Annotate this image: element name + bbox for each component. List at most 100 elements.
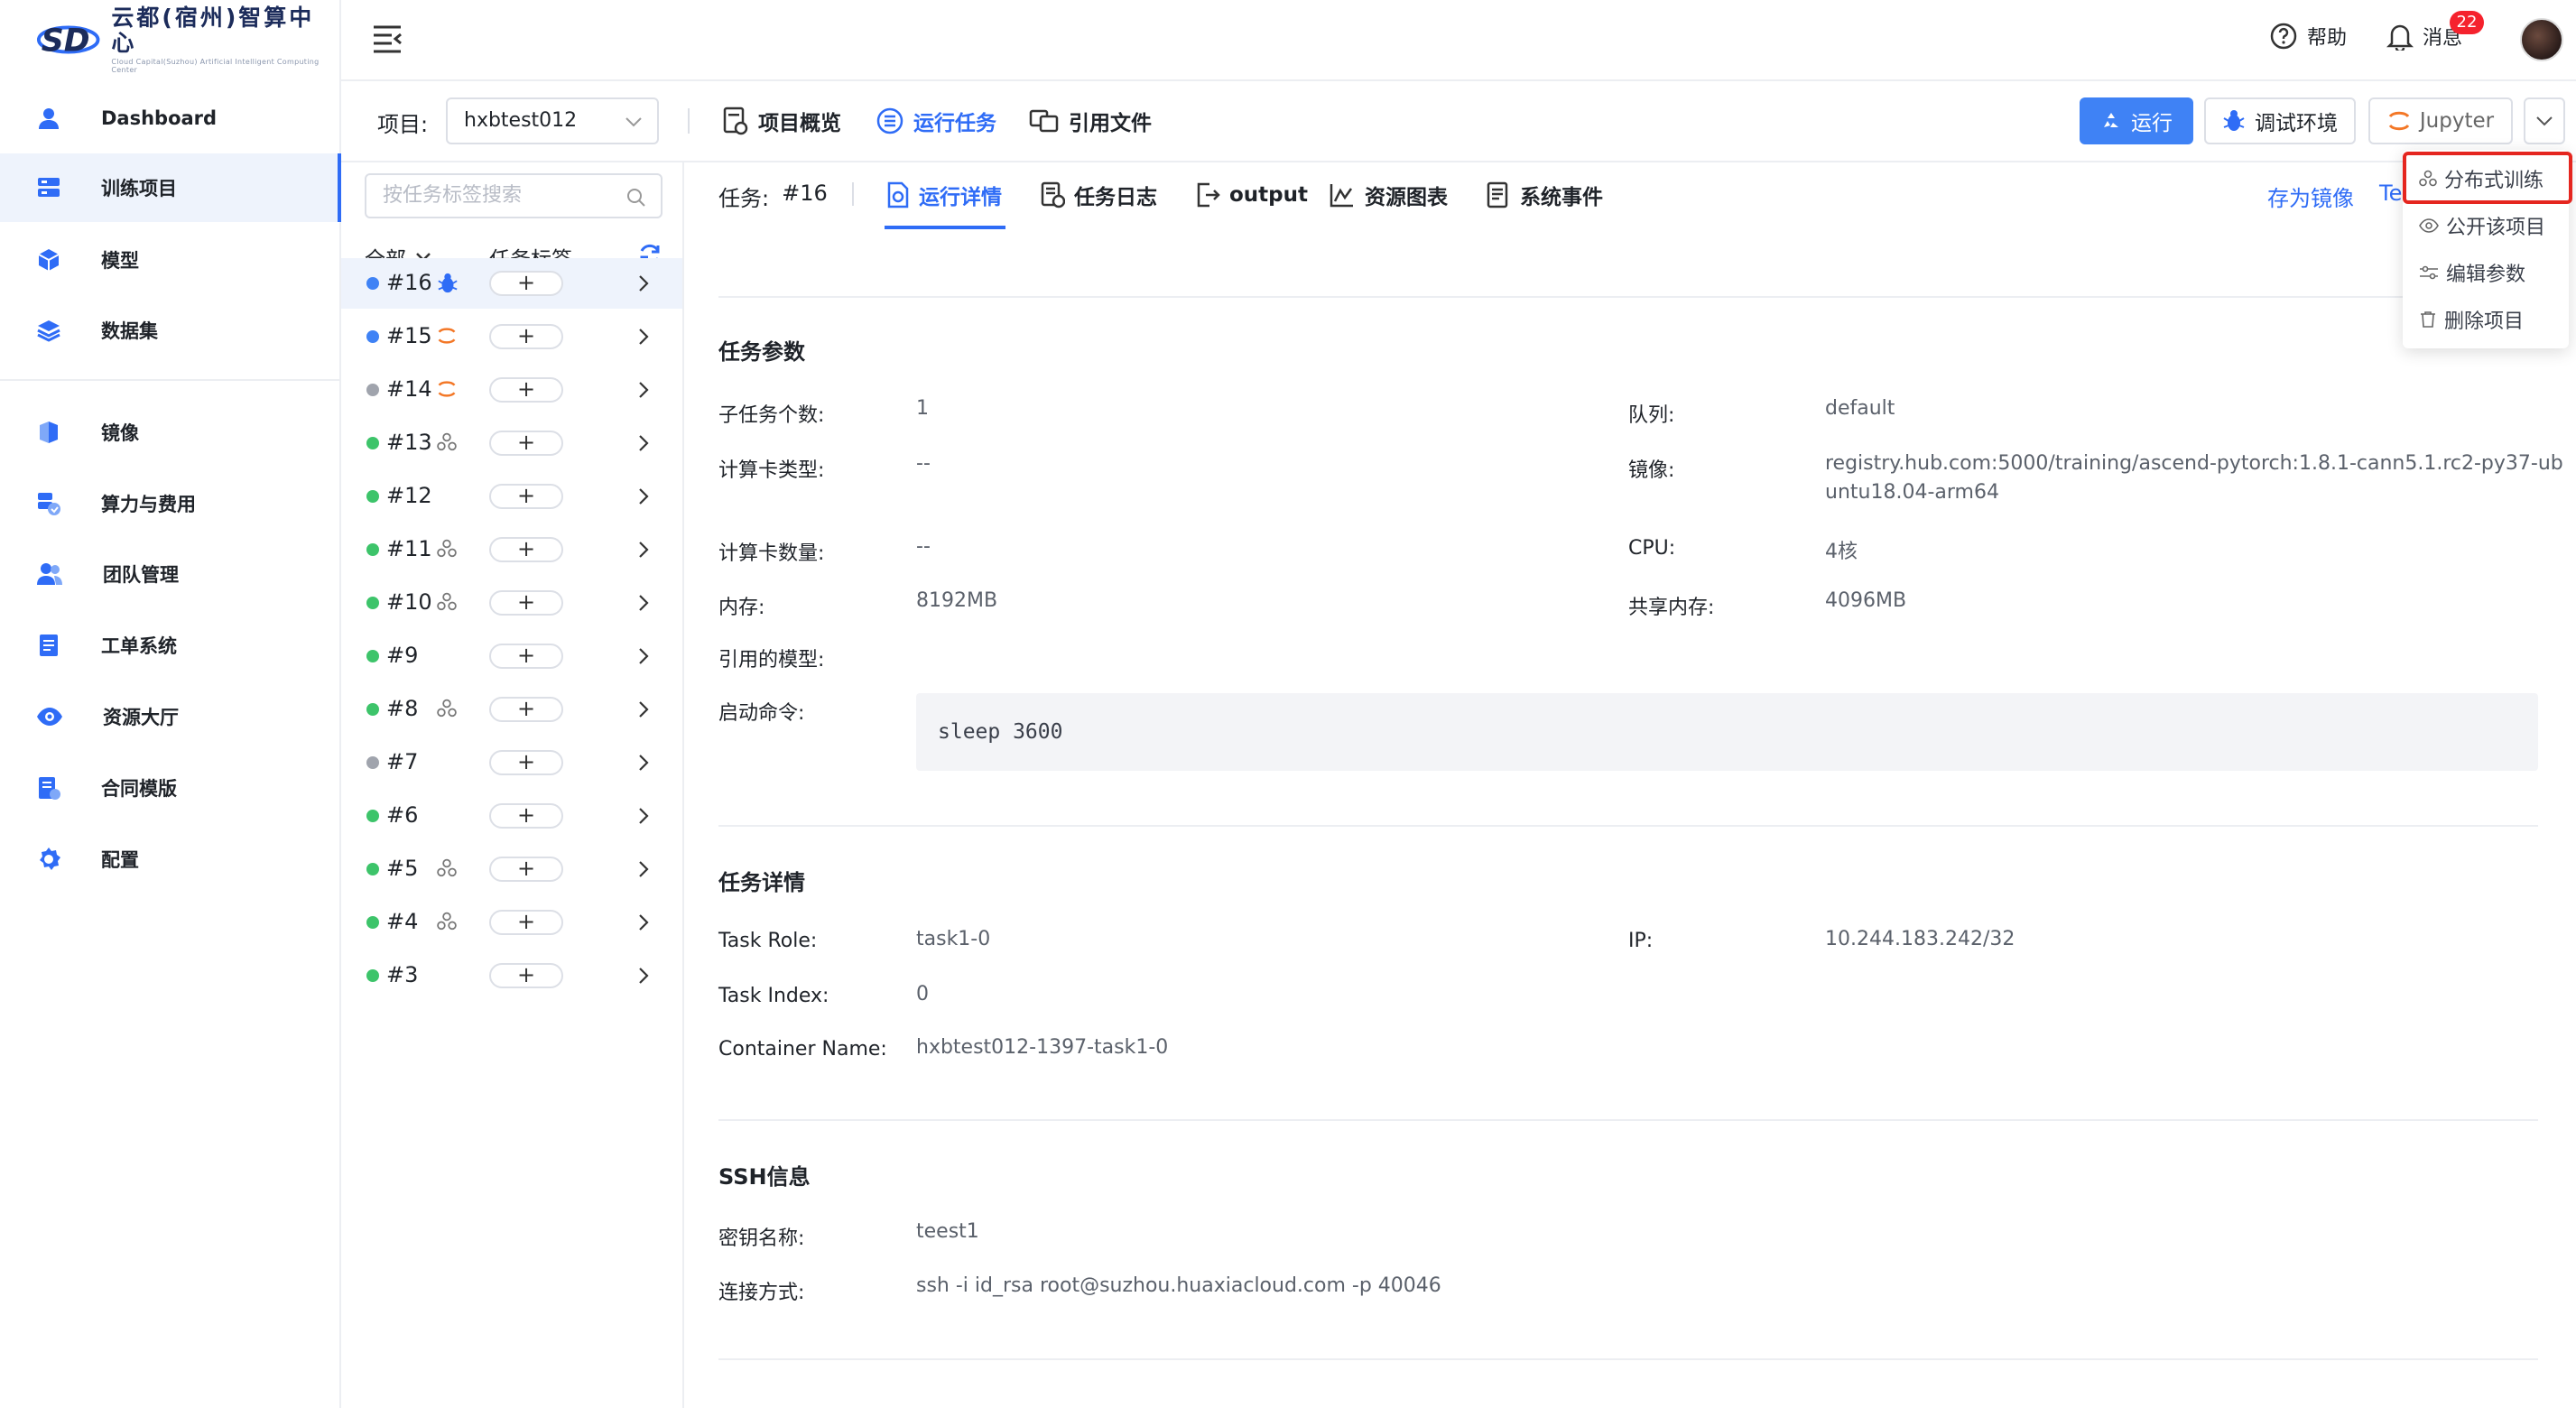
section-divider bbox=[718, 296, 2538, 298]
tab-system-events[interactable]: 系统事件 bbox=[1486, 177, 1603, 213]
status-dot bbox=[366, 597, 379, 609]
chevron-right-icon[interactable] bbox=[637, 328, 650, 346]
help-button[interactable]: 帮助 bbox=[2269, 22, 2347, 51]
menu-item-label: 编辑参数 bbox=[2446, 264, 2526, 286]
chevron-right-icon[interactable] bbox=[637, 434, 650, 452]
chevron-right-icon[interactable] bbox=[637, 274, 650, 292]
chevron-right-icon[interactable] bbox=[637, 381, 650, 399]
task-tag-search-input[interactable]: 按任务标签搜索 bbox=[365, 173, 663, 218]
tab-running-tasks[interactable]: 运行任务 bbox=[876, 103, 996, 139]
add-tag-button[interactable]: + bbox=[489, 910, 563, 935]
task-id: #13 bbox=[386, 430, 432, 455]
task-id: #10 bbox=[386, 589, 432, 615]
more-actions-button[interactable] bbox=[2524, 97, 2565, 144]
distributed-icon bbox=[437, 539, 457, 559]
add-tag-button[interactable]: + bbox=[489, 857, 563, 882]
add-tag-button[interactable]: + bbox=[489, 324, 563, 349]
param-key: 启动命令: bbox=[718, 702, 805, 725]
sidebar-item-resource-hall[interactable]: 资源大厅 bbox=[0, 682, 339, 751]
sidebar-item-settings[interactable]: 配置 bbox=[0, 825, 339, 894]
status-dot bbox=[366, 277, 379, 290]
chevron-right-icon[interactable] bbox=[637, 487, 650, 505]
divider bbox=[852, 182, 854, 206]
chevron-right-icon[interactable] bbox=[637, 754, 650, 772]
files-icon bbox=[1029, 109, 1059, 133]
sidebar-item-tickets[interactable]: 工单系统 bbox=[0, 611, 339, 680]
status-dot bbox=[366, 330, 379, 343]
debug-env-button[interactable]: 调试环境 bbox=[2204, 97, 2356, 144]
status-dot bbox=[366, 916, 379, 929]
distributed-icon bbox=[437, 432, 457, 452]
distributed-icon bbox=[437, 592, 457, 612]
bug-icon bbox=[2223, 110, 2245, 131]
sidebar-item-training-projects[interactable]: 训练项目 bbox=[0, 153, 341, 222]
log-icon bbox=[1041, 181, 1065, 208]
save-as-image-link[interactable]: 存为镜像 bbox=[2267, 181, 2354, 212]
recycle-icon bbox=[2104, 113, 2118, 127]
tab-label: 项目概览 bbox=[758, 112, 841, 135]
add-tag-button[interactable]: + bbox=[489, 590, 563, 616]
add-tag-button[interactable]: + bbox=[489, 377, 563, 403]
truncated-link[interactable]: Te bbox=[2379, 181, 2402, 206]
trash-icon bbox=[2421, 311, 2435, 328]
jupyter-button[interactable]: Jupyter bbox=[2368, 97, 2513, 144]
tab-resource-charts[interactable]: 资源图表 bbox=[1329, 177, 1448, 213]
sidebar-item-contracts[interactable]: 合同模版 bbox=[0, 754, 339, 822]
tab-label: 引用文件 bbox=[1069, 112, 1152, 135]
menu-collapse-icon[interactable] bbox=[372, 23, 404, 54]
add-tag-button[interactable]: + bbox=[489, 750, 563, 775]
run-button[interactable]: 运行 bbox=[2080, 97, 2193, 144]
add-tag-button[interactable]: + bbox=[489, 431, 563, 456]
tab-referenced-files[interactable]: 引用文件 bbox=[1029, 103, 1152, 139]
tab-task-log[interactable]: 任务日志 bbox=[1040, 177, 1157, 213]
distributed-icon bbox=[437, 699, 457, 718]
sidebar-item-images[interactable]: 镜像 bbox=[0, 398, 339, 467]
status-dot bbox=[366, 756, 379, 769]
chevron-right-icon[interactable] bbox=[637, 541, 650, 559]
chevron-right-icon[interactable] bbox=[637, 967, 650, 985]
tab-run-details[interactable]: 运行详情 bbox=[886, 177, 1002, 213]
detail-value: 0 bbox=[916, 983, 929, 1005]
chevron-right-icon[interactable] bbox=[637, 860, 650, 878]
tab-project-overview[interactable]: 项目概览 bbox=[722, 103, 841, 139]
sidebar-item-team[interactable]: 团队管理 bbox=[0, 540, 339, 608]
detail-value: hxbtest012-1397-task1-0 bbox=[916, 1036, 1169, 1059]
add-tag-button[interactable]: + bbox=[489, 697, 563, 722]
ssh-connect-command[interactable]: ssh -i id_rsa root@suzhou.huaxiacloud.co… bbox=[916, 1274, 1441, 1297]
tab-output[interactable]: output bbox=[1195, 177, 1308, 213]
project-select-value: hxbtest012 bbox=[464, 109, 578, 132]
chevron-right-icon[interactable] bbox=[637, 913, 650, 931]
sidebar-item-compute-cost[interactable]: 算力与费用 bbox=[0, 469, 339, 538]
add-tag-button[interactable]: + bbox=[489, 484, 563, 509]
ssh-key: 连接方式: bbox=[718, 1282, 805, 1304]
add-tag-button[interactable]: + bbox=[489, 537, 563, 562]
menu-item-edit-params[interactable]: 编辑参数 bbox=[2419, 258, 2525, 287]
sidebar-item-datasets[interactable]: 数据集 bbox=[0, 296, 339, 365]
image-box-icon bbox=[40, 421, 58, 443]
add-tag-button[interactable]: + bbox=[489, 803, 563, 829]
chevron-right-icon[interactable] bbox=[637, 700, 650, 718]
detail-key: IP: bbox=[1628, 930, 1654, 952]
add-tag-button[interactable]: + bbox=[489, 963, 563, 988]
add-tag-button[interactable]: + bbox=[489, 271, 563, 296]
ssh-value: teest1 bbox=[916, 1220, 979, 1243]
sidebar-item-label: 数据集 bbox=[101, 320, 158, 342]
chevron-right-icon[interactable] bbox=[637, 594, 650, 612]
team-icon bbox=[37, 563, 62, 585]
chevron-down-icon bbox=[2536, 116, 2553, 126]
sidebar-item-dashboard[interactable]: Dashboard bbox=[0, 84, 339, 153]
chevron-right-icon[interactable] bbox=[637, 807, 650, 825]
layers-icon bbox=[37, 320, 60, 342]
avatar[interactable] bbox=[2520, 18, 2563, 61]
add-tag-button[interactable]: + bbox=[489, 644, 563, 669]
server-icon bbox=[38, 178, 60, 197]
menu-item-delete-project[interactable]: 删除项目 bbox=[2419, 305, 2524, 334]
eye-icon bbox=[37, 708, 62, 726]
logo[interactable]: SD 云都(宿州)智算中心 Cloud Capital(Suzhou) Arti… bbox=[36, 5, 339, 74]
menu-item-publish-project[interactable]: 公开该项目 bbox=[2419, 211, 2545, 240]
section-title-params: 任务参数 bbox=[718, 339, 805, 365]
project-select[interactable]: hxbtest012 bbox=[446, 97, 659, 144]
sidebar-item-models[interactable]: 模型 bbox=[0, 226, 339, 294]
chevron-right-icon[interactable] bbox=[637, 647, 650, 665]
search-icon bbox=[627, 189, 645, 207]
